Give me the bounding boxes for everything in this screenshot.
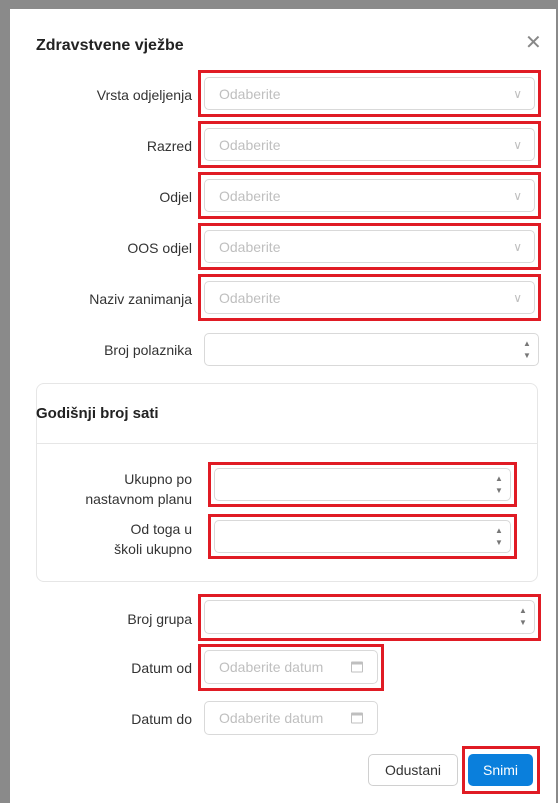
od-toga-label: Od toga u školi ukupno <box>114 519 192 559</box>
number-stepper-icon[interactable]: ▲ ▼ <box>522 334 532 365</box>
chevron-down-icon: ∨ <box>513 137 522 152</box>
od-toga-input[interactable]: ▲ ▼ <box>214 520 511 553</box>
oos-odjel-select[interactable]: Odaberite ∨ <box>204 230 535 263</box>
ukupno-label-line2: nastavnom planu <box>85 491 192 507</box>
datum-do-label: Datum do <box>131 711 192 727</box>
chevron-down-icon: ∨ <box>513 86 522 101</box>
vrsta-odjeljenja-select[interactable]: Odaberite ∨ <box>204 77 535 110</box>
select-placeholder: Odaberite <box>219 238 281 255</box>
naziv-zanimanja-select[interactable]: Odaberite ∨ <box>204 281 535 314</box>
select-placeholder: Odaberite <box>219 136 281 153</box>
broj-grupa-label: Broj grupa <box>127 611 192 627</box>
number-stepper-icon[interactable]: ▲ ▼ <box>518 601 528 633</box>
save-button[interactable]: Snimi <box>468 754 533 786</box>
cancel-button[interactable]: Odustani <box>368 754 458 786</box>
chevron-down-icon: ∨ <box>513 239 522 254</box>
broj-grupa-input[interactable]: ▲ ▼ <box>204 600 535 634</box>
calendar-icon <box>351 712 363 724</box>
ukupno-input[interactable]: ▲ ▼ <box>214 468 511 501</box>
ukupno-label: Ukupno po nastavnom planu <box>85 469 192 509</box>
dialog-title: Zdravstvene vježbe <box>36 37 184 54</box>
broj-polaznika-label: Broj polaznika <box>104 342 192 358</box>
vrsta-odjeljenja-label: Vrsta odjeljenja <box>96 87 192 103</box>
datum-od-label: Datum od <box>131 660 192 676</box>
broj-polaznika-input[interactable]: ▲ ▼ <box>204 333 539 366</box>
select-placeholder: Odaberite <box>219 289 281 306</box>
section-divider <box>37 443 537 444</box>
close-icon[interactable]: ✕ <box>525 33 542 53</box>
dialog: Zdravstvene vježbe ✕ Vrsta odjeljenja Od… <box>10 9 556 803</box>
naziv-zanimanja-label: Naziv zanimanja <box>89 291 192 307</box>
date-placeholder: Odaberite datum <box>219 659 324 675</box>
calendar-icon <box>351 661 363 673</box>
select-placeholder: Odaberite <box>219 187 281 204</box>
razred-select[interactable]: Odaberite ∨ <box>204 128 535 161</box>
oos-odjel-label: OOS odjel <box>127 240 192 256</box>
odjel-select[interactable]: Odaberite ∨ <box>204 179 535 212</box>
datum-do-picker[interactable]: Odaberite datum <box>204 701 378 735</box>
hours-section-title: Godišnji broj sati <box>36 405 159 422</box>
number-stepper-icon[interactable]: ▲ ▼ <box>494 469 504 500</box>
chevron-down-icon: ∨ <box>513 290 522 305</box>
razred-label: Razred <box>146 138 192 154</box>
number-stepper-icon[interactable]: ▲ ▼ <box>494 521 504 552</box>
ukupno-label-line1: Ukupno po <box>124 471 192 487</box>
od-toga-label-line1: Od toga u <box>130 521 193 537</box>
select-placeholder: Odaberite <box>219 85 281 102</box>
datum-od-picker[interactable]: Odaberite datum <box>204 650 378 684</box>
odjel-label: Odjel <box>159 189 192 205</box>
chevron-down-icon: ∨ <box>513 188 522 203</box>
od-toga-label-line2: školi ukupno <box>114 541 192 557</box>
date-placeholder: Odaberite datum <box>219 710 324 726</box>
